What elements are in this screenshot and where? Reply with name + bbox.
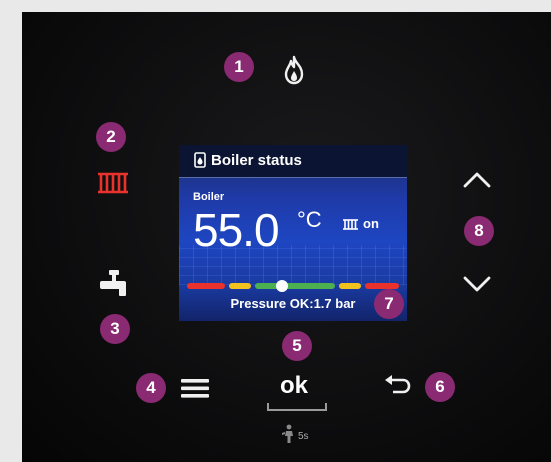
heating-state: on <box>363 216 379 231</box>
display-title: Boiler status <box>211 152 302 169</box>
display-header: Boiler status <box>179 145 407 178</box>
callout-badge-1: 1 <box>224 52 254 82</box>
callout-badge-7: 7 <box>374 289 404 319</box>
ok-bracket-decor <box>267 403 327 411</box>
back-arrow-icon[interactable] <box>383 374 411 398</box>
callout-badge-5: 5 <box>282 331 312 361</box>
chevron-down-icon[interactable] <box>462 274 492 294</box>
chevron-up-icon[interactable] <box>462 170 492 190</box>
pressure-indicator <box>276 280 289 292</box>
callout-badge-4: 4 <box>136 373 166 403</box>
pressure-text: Pressure OK:1.7 bar <box>230 296 356 311</box>
menu-icon[interactable] <box>180 376 210 400</box>
hot-water-tap-icon[interactable] <box>97 268 133 300</box>
status-display: Boiler status Boiler 55.0 °C on Pressure… <box>179 145 407 321</box>
radiator-small-icon <box>343 219 358 230</box>
callout-badge-8: 8 <box>464 216 494 246</box>
pressure-gauge <box>187 280 399 292</box>
temperature-value: 55.0 <box>193 204 280 256</box>
pressure-seg-warn-high <box>339 283 361 289</box>
ok-button[interactable]: ok <box>280 372 308 400</box>
callout-badge-3: 3 <box>100 314 130 344</box>
boiler-label: Boiler <box>193 191 225 203</box>
hold-duration: 5s <box>298 431 309 442</box>
reset-person-icon <box>282 424 293 443</box>
temperature-unit: °C <box>297 207 322 232</box>
callout-badge-2: 2 <box>96 122 126 152</box>
pressure-seg-ok <box>255 283 335 289</box>
pressure-seg-warn-low <box>229 283 251 289</box>
pressure-seg-high <box>365 283 399 289</box>
callout-badge-6: 6 <box>425 372 455 402</box>
boiler-icon <box>194 152 206 168</box>
flame-icon <box>284 55 304 85</box>
pressure-seg-low <box>187 283 225 289</box>
radiator-icon[interactable] <box>96 170 130 196</box>
